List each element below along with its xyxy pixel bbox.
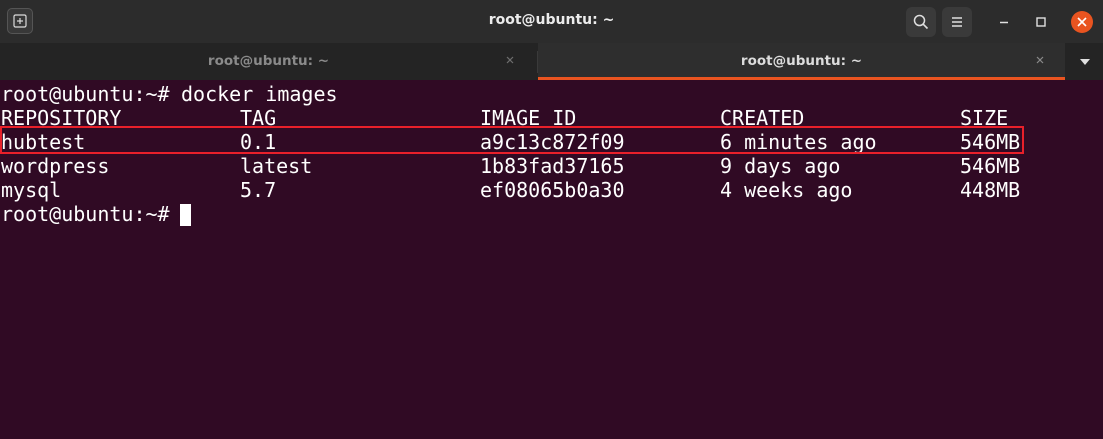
hamburger-menu-icon [952,17,962,27]
shell-prompt: root@ubuntu:~# [1,82,182,106]
table-row: wordpress latest 1b83fad37165 9 days ago… [1,154,1101,178]
close-window-button[interactable] [1071,11,1093,33]
window-title: root@ubuntu: ~ [488,12,615,28]
terminal-output[interactable]: root@ubuntu:~# docker images REPOSITORY … [0,80,1103,439]
row-repository: mysql [1,178,62,202]
row-size: 448MB [960,178,1021,202]
menu-button[interactable] [942,7,972,37]
close-icon [1077,17,1087,27]
tab-label: root@ubuntu: ~ [740,53,863,69]
final-prompt-line: root@ubuntu:~# [1,202,191,226]
row-image-id: 1b83fad37165 [480,154,625,178]
minimize-icon [1000,21,1008,24]
chevron-down-icon[interactable] [1078,57,1092,67]
row-tag: latest [240,154,313,178]
text-cursor [180,204,191,226]
minimize-button[interactable] [994,12,1014,32]
row-tag: 5.7 [240,178,277,202]
search-button[interactable] [906,7,936,37]
close-icon[interactable] [503,53,517,67]
row-repository: wordpress [1,154,110,178]
tab-label: root@ubuntu: ~ [207,53,330,69]
command-text: docker images [181,82,338,106]
row-size: 546MB [960,154,1021,178]
row-created: 4 weeks ago [720,178,853,202]
row-created: 9 days ago [720,154,841,178]
maximize-icon [1036,17,1046,27]
row-image-id: ef08065b0a30 [480,178,625,202]
tab-bar: root@ubuntu: ~ root@ubuntu: ~ [0,43,1103,80]
maximize-button[interactable] [1031,12,1051,32]
tab-terminal-1[interactable]: root@ubuntu: ~ [0,43,537,80]
table-row: mysql 5.7 ef08065b0a30 4 weeks ago 448MB [1,178,1101,202]
shell-prompt: root@ubuntu:~# [1,202,182,226]
close-icon[interactable] [1033,53,1047,67]
highlight-box [0,126,1024,154]
title-bar: root@ubuntu: ~ [0,0,1103,43]
search-icon [913,14,929,30]
tab-terminal-2[interactable]: root@ubuntu: ~ [538,43,1065,80]
command-line: root@ubuntu:~# docker images [1,82,338,106]
